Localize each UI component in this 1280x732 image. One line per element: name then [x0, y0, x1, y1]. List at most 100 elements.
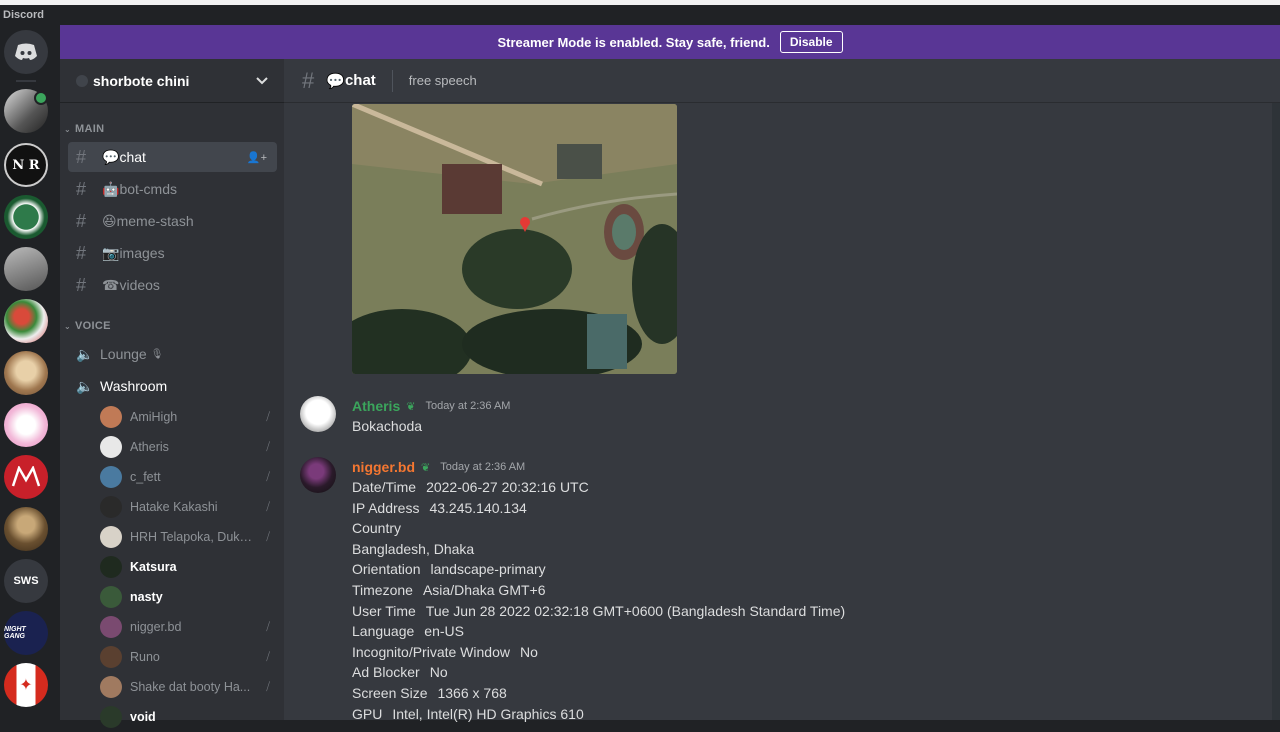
voice-user-name: HRH Telapoka, Duke of ...: [130, 530, 256, 544]
category-voice[interactable]: ⌄ VOICE: [64, 320, 111, 332]
header-channel-name: chat: [344, 72, 376, 89]
info-key: Date/Time: [352, 479, 417, 495]
disable-button[interactable]: Disable: [779, 31, 843, 53]
message-author[interactable]: nigger.bd: [352, 459, 415, 475]
info-key: User Time: [352, 602, 416, 619]
message-line: Timezone Asia/Dhaka GMT+6: [352, 580, 1052, 601]
info-value: Intel, Intel(R) HD Graphics 610: [392, 705, 584, 722]
message-body: Atheris ❦ Today at 2:36 AM Bokachoda: [352, 396, 1052, 437]
muted-icon: ⧸: [266, 470, 270, 483]
avatar[interactable]: [300, 457, 336, 493]
channel-meme-stash[interactable]: # 😆 meme-stash: [68, 206, 277, 236]
avatar[interactable]: [300, 396, 336, 432]
guild-label: SWS: [13, 575, 39, 587]
guild-icon-canada[interactable]: ✦: [4, 663, 48, 707]
channel-chat[interactable]: # 💬 chat 👤+: [68, 142, 277, 172]
voice-user-name: nasty: [130, 590, 163, 604]
voice-user[interactable]: Katsura: [100, 552, 280, 582]
voice-user[interactable]: AmiHigh ⧸: [100, 402, 280, 432]
muted-icon: ⧸: [266, 530, 270, 543]
info-value: Tue Jun 28 2022 02:32:18 GMT+0600 (Bangl…: [425, 602, 846, 619]
guild-icon-9[interactable]: [4, 507, 48, 551]
message-line: GPU Intel, Intel(R) HD Graphics 610: [352, 704, 1052, 725]
add-member-icon[interactable]: 👤+: [247, 151, 267, 164]
scrollbar[interactable]: [1272, 103, 1280, 720]
voice-user[interactable]: nasty: [100, 582, 280, 612]
info-key: Orientation: [352, 561, 421, 578]
voice-user-name: Katsura: [130, 560, 177, 574]
channel-bot-cmds[interactable]: # 🤖 bot-cmds: [68, 174, 277, 204]
message-line: Bangladesh, Dhaka: [352, 539, 1052, 560]
channel-sidebar: shorbote chini ⌄ MAIN # 💬 chat 👤+ # 🤖 bot…: [60, 59, 284, 728]
banner-text: Streamer Mode is enabled. Stay safe, fri…: [497, 34, 770, 50]
voice-user[interactable]: void: [100, 702, 280, 732]
guild-icon-6[interactable]: [4, 351, 48, 395]
guild-icon-4[interactable]: [4, 247, 48, 291]
guild-icon-7[interactable]: [4, 403, 48, 447]
channel-emoji: 🤖: [102, 180, 120, 197]
voice-user[interactable]: c_fett ⧸: [100, 462, 280, 492]
guild-icon-night-gang[interactable]: NIGHT GANG: [4, 611, 48, 655]
avatar: [100, 616, 122, 638]
info-value: 2022-06-27 20:32:16 UTC: [426, 479, 589, 495]
message-line: User Time Tue Jun 28 2022 02:32:18 GMT+06…: [352, 601, 1052, 622]
guild-icon-5[interactable]: [4, 299, 48, 343]
map-image-attachment[interactable]: [352, 104, 677, 374]
streamer-mode-banner: Streamer Mode is enabled. Stay safe, fri…: [60, 25, 1280, 59]
channel-name: images: [119, 245, 165, 261]
guild-icon-8[interactable]: [4, 455, 48, 499]
voice-user[interactable]: Atheris ⧸: [100, 432, 280, 462]
message-line: Orientation landscape-primary: [352, 559, 1052, 580]
info-key: IP Address: [352, 499, 420, 516]
voice-user-name: AmiHigh: [130, 410, 178, 424]
message-author[interactable]: Atheris: [352, 398, 400, 414]
message-text: Bokachoda: [352, 418, 423, 434]
discord-icon: [15, 43, 37, 60]
avatar: [100, 706, 122, 728]
header-divider: [391, 69, 393, 92]
voice-user-name: c_fett: [130, 470, 161, 484]
category-label: VOICE: [75, 320, 111, 332]
message-timestamp: Today at 2:36 AM: [425, 400, 511, 412]
message-timestamp: Today at 2:36 AM: [440, 461, 526, 473]
logo-icon: [11, 466, 41, 487]
channel-images[interactable]: # 📷 images: [68, 238, 277, 268]
guild-icon-2[interactable]: N R: [4, 143, 48, 187]
voice-user[interactable]: nigger.bd ⧸: [100, 612, 280, 642]
message-line: Screen Size 1366 x 768: [352, 683, 1052, 704]
speaker-icon: 🔈: [76, 377, 94, 394]
info-key: Country: [352, 520, 402, 537]
voice-channel-washroom[interactable]: 🔈 Washroom: [68, 371, 277, 401]
channel-emoji: 😆: [102, 212, 117, 229]
message-meta: Atheris ❦ Today at 2:36 AM: [352, 396, 1052, 416]
leaf-badge-icon: ❦: [421, 461, 431, 474]
voice-user[interactable]: Runo ⧸: [100, 642, 280, 672]
chevron-down-icon: [256, 76, 268, 84]
guild-icon-3[interactable]: [4, 195, 48, 239]
server-name: shorbote chini: [93, 72, 190, 89]
info-key: GPU: [352, 705, 383, 722]
channel-name: meme-stash: [116, 213, 194, 229]
server-header[interactable]: shorbote chini: [60, 59, 284, 103]
channel-topic: free speech: [408, 73, 477, 88]
voice-user[interactable]: Hatake Kakashi ⧸: [100, 492, 280, 522]
chat-main: # 💬 chat free speech Atheris ❦ Today at …: [284, 59, 1280, 722]
info-key: Screen Size: [352, 684, 428, 701]
satellite-map-image: [352, 104, 677, 374]
message-line: Language en-US: [352, 621, 1052, 642]
server-name-wrap: shorbote chini: [76, 73, 189, 89]
channel-videos[interactable]: # ☎ videos: [68, 270, 277, 300]
muted-icon: ⧸: [266, 620, 270, 633]
muted-icon: ⧸: [266, 500, 270, 513]
voice-user[interactable]: HRH Telapoka, Duke of ... ⧸: [100, 522, 280, 552]
voice-user[interactable]: Shake dat booty Ha... ⧸: [100, 672, 280, 702]
muted-icon: ⧸: [266, 410, 270, 423]
category-main[interactable]: ⌄ MAIN: [64, 123, 104, 135]
guild-icon-sws[interactable]: SWS: [4, 559, 48, 603]
voice-user-name: Shake dat booty Ha...: [130, 680, 251, 694]
message-meta: nigger.bd ❦ Today at 2:36 AM: [352, 457, 1052, 477]
channel-name: bot-cmds: [119, 181, 178, 197]
voice-user-name: Atheris: [130, 440, 169, 454]
home-button[interactable]: [4, 30, 48, 74]
voice-channel-lounge[interactable]: 🔈 Lounge 🎙: [68, 339, 277, 369]
